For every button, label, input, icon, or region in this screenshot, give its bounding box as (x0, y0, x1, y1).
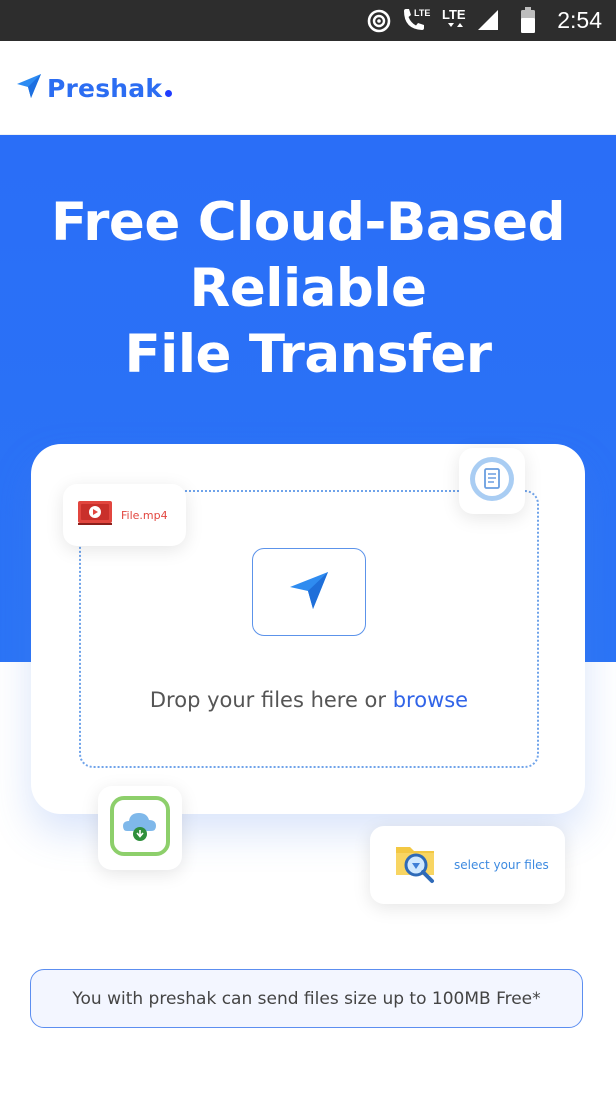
select-files-label: select your files (454, 858, 549, 872)
status-bar: LTE LTE 2:54 (0, 0, 616, 41)
lte-label-2: LTE (442, 7, 466, 22)
battery-icon (520, 7, 536, 38)
paper-plane-icon (288, 569, 330, 616)
send-button[interactable] (252, 548, 366, 636)
clock-time: 2:54 (557, 7, 602, 33)
paper-plane-icon (16, 73, 42, 104)
select-files-chip[interactable]: select your files (370, 826, 565, 904)
brand-dot (165, 90, 173, 97)
drop-text: Drop your files here or (149, 688, 393, 712)
cloud-download-chip (98, 786, 182, 870)
size-limit-text: You with preshak can send files size up … (72, 988, 541, 1009)
size-limit-note: You with preshak can send files size up … (30, 969, 583, 1028)
lte-label-1: LTE (414, 8, 430, 18)
hero-title-line-3: File Transfer (124, 324, 492, 385)
site-header: Preshak (0, 41, 616, 135)
folder-search-icon (394, 839, 442, 892)
hero-title: Free Cloud-Based Reliable File Transfer (0, 190, 616, 388)
document-icon (468, 455, 516, 508)
file-name: File.mp4 (121, 508, 168, 522)
cloud-download-icon (109, 795, 171, 862)
signal-icon (477, 9, 499, 36)
drop-instructions: Drop your files here or browse (81, 688, 537, 712)
video-file-icon (77, 500, 113, 531)
hero-title-line-1: Free Cloud-Based (50, 192, 566, 253)
hero-title-line-2: Reliable (189, 258, 427, 319)
browse-link[interactable]: browse (393, 688, 468, 712)
brand-name: Preshak (47, 74, 163, 103)
file-chip: File.mp4 (63, 484, 186, 546)
brand-logo[interactable]: Preshak (16, 73, 173, 104)
hotspot-icon (366, 8, 392, 39)
lte-data-icon: LTE (440, 5, 470, 40)
call-lte-icon: LTE (400, 6, 434, 39)
document-chip (459, 448, 525, 514)
